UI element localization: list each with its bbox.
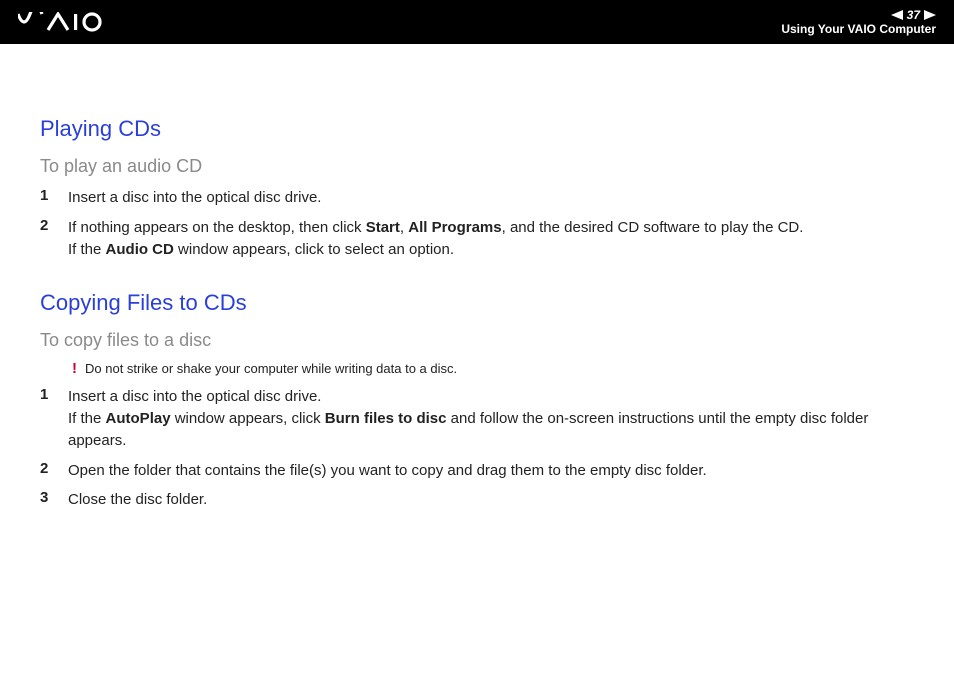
subheading-copy-files: To copy files to a disc	[40, 330, 914, 351]
step-number: 1	[40, 187, 68, 204]
header-bar: 37 Using Your VAIO Computer	[0, 0, 954, 44]
bold-text: Start	[366, 219, 400, 236]
step-number: 1	[40, 386, 68, 403]
step-number: 2	[40, 217, 68, 234]
text-fragment: If the	[68, 410, 106, 427]
text-fragment: , and the desired CD software to play th…	[502, 219, 804, 236]
page-number: 37	[907, 8, 920, 22]
step-row: 2 Open the folder that contains the file…	[40, 460, 914, 482]
step-text: Insert a disc into the optical disc driv…	[68, 386, 914, 451]
step-row: 2 If nothing appears on the desktop, the…	[40, 217, 914, 261]
page-nav: 37	[891, 8, 936, 22]
subheading-play-audio-cd: To play an audio CD	[40, 156, 914, 177]
prev-page-arrow-icon[interactable]	[891, 10, 903, 20]
caution-text: Do not strike or shake your computer whi…	[85, 361, 457, 376]
text-fragment: If the	[68, 241, 106, 258]
step-row: 1 Insert a disc into the optical disc dr…	[40, 386, 914, 451]
page-content: Playing CDs To play an audio CD 1 Insert…	[0, 44, 954, 511]
bold-text: Audio CD	[106, 241, 174, 258]
copying-files-steps: 1 Insert a disc into the optical disc dr…	[40, 386, 914, 511]
caution-icon: !	[72, 361, 77, 376]
vaio-logo	[18, 12, 106, 32]
step-number: 3	[40, 489, 68, 506]
heading-copying-files: Copying Files to CDs	[40, 290, 914, 316]
caution-note: ! Do not strike or shake your computer w…	[72, 361, 914, 376]
header-right: 37 Using Your VAIO Computer	[781, 8, 936, 36]
step-text: Close the disc folder.	[68, 489, 207, 511]
text-fragment: window appears, click to select an optio…	[174, 241, 454, 258]
next-page-arrow-icon[interactable]	[924, 10, 936, 20]
bold-text: Burn files to disc	[325, 410, 447, 427]
text-fragment: ,	[400, 219, 408, 236]
step-number: 2	[40, 460, 68, 477]
bold-text: All Programs	[408, 219, 501, 236]
step-text: If nothing appears on the desktop, then …	[68, 217, 803, 261]
text-fragment: If nothing appears on the desktop, then …	[68, 219, 366, 236]
step-text: Open the folder that contains the file(s…	[68, 460, 707, 482]
step-row: 3 Close the disc folder.	[40, 489, 914, 511]
vaio-logo-svg	[18, 12, 106, 32]
step-text: Insert a disc into the optical disc driv…	[68, 187, 321, 209]
bold-text: AutoPlay	[106, 410, 171, 427]
step-row: 1 Insert a disc into the optical disc dr…	[40, 187, 914, 209]
text-fragment: window appears, click	[171, 410, 325, 427]
heading-playing-cds: Playing CDs	[40, 116, 914, 142]
text-fragment: Insert a disc into the optical disc driv…	[68, 388, 321, 405]
header-section-title: Using Your VAIO Computer	[781, 22, 936, 36]
playing-cds-steps: 1 Insert a disc into the optical disc dr…	[40, 187, 914, 260]
